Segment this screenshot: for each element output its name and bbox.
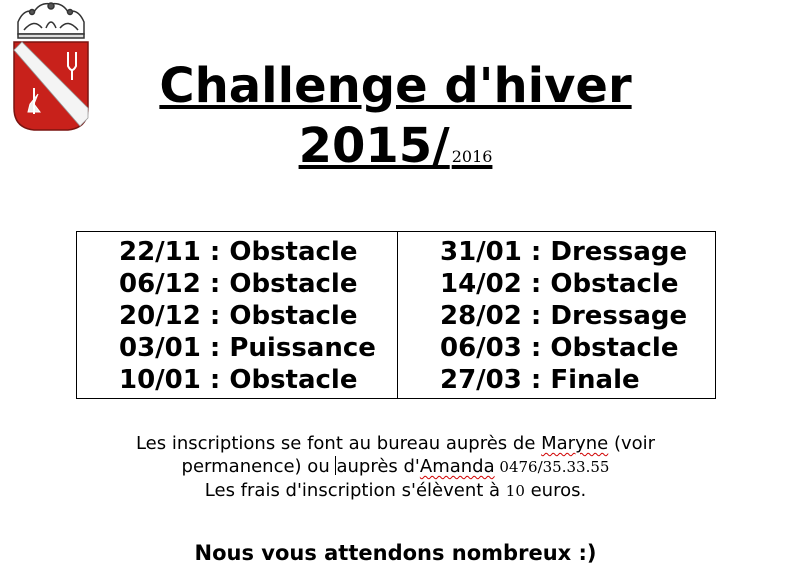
title-line1: Challenge d'hiver bbox=[159, 58, 632, 114]
schedule-entry: 31/01 : Dressage bbox=[440, 237, 688, 267]
spellcheck-word-maryne[interactable]: Maryne bbox=[541, 433, 608, 454]
title-year-suffix: 2016 bbox=[451, 147, 493, 166]
schedule-entry: 28/02 : Dressage bbox=[440, 301, 688, 331]
spellcheck-word-amanda[interactable]: Amanda bbox=[420, 456, 495, 477]
fee-amount: 10 bbox=[505, 482, 525, 500]
closing-message: Nous vous attendons nombreux :) bbox=[194, 541, 597, 565]
info-text: auprès bbox=[336, 456, 398, 477]
info-line-3: Les frais d'inscription s'élèvent à 10 e… bbox=[0, 479, 791, 503]
info-text: (voir bbox=[608, 433, 656, 454]
schedule-entry: 14/02 : Obstacle bbox=[440, 269, 679, 299]
info-line-1: Les inscriptions se font au bureau auprè… bbox=[0, 432, 791, 455]
schedule-table: 22/11 : Obstacle 06/12 : Obstacle 20/12 … bbox=[76, 231, 716, 399]
schedule-entry: 06/03 : Obstacle bbox=[440, 333, 679, 363]
crown-icon bbox=[17, 2, 85, 39]
info-text: permanence) ou bbox=[181, 456, 336, 477]
info-text: Les frais d'inscription s'élèvent à bbox=[204, 480, 506, 501]
schedule-entry: 20/12 : Obstacle bbox=[119, 301, 358, 331]
schedule-entry: 06/12 : Obstacle bbox=[119, 269, 358, 299]
info-text: euros. bbox=[524, 480, 587, 501]
title-year: 2015/ bbox=[298, 118, 450, 174]
schedule-column-left: 22/11 : Obstacle 06/12 : Obstacle 20/12 … bbox=[77, 232, 398, 398]
phone-number: 0476/35.33.55 bbox=[494, 458, 610, 476]
registration-info: Les inscriptions se font au bureau auprè… bbox=[0, 432, 791, 503]
info-text: d' bbox=[397, 456, 420, 477]
schedule-entry: 27/03 : Finale bbox=[440, 365, 640, 395]
info-text: Les inscriptions se font au bureau auprè… bbox=[135, 433, 542, 454]
info-line-2: permanence) ou auprès d'Amanda 0476/35.3… bbox=[0, 455, 791, 479]
page-title: Challenge d'hiver 2015/2016 bbox=[0, 56, 791, 187]
schedule-entry: 22/11 : Obstacle bbox=[119, 237, 358, 267]
schedule-entry: 03/01 : Puissance bbox=[119, 333, 376, 363]
schedule-entry: 10/01 : Obstacle bbox=[119, 365, 358, 395]
schedule-column-right: 31/01 : Dressage 14/02 : Obstacle 28/02 … bbox=[398, 232, 715, 398]
title-line2: 2015/2016 bbox=[0, 116, 791, 187]
